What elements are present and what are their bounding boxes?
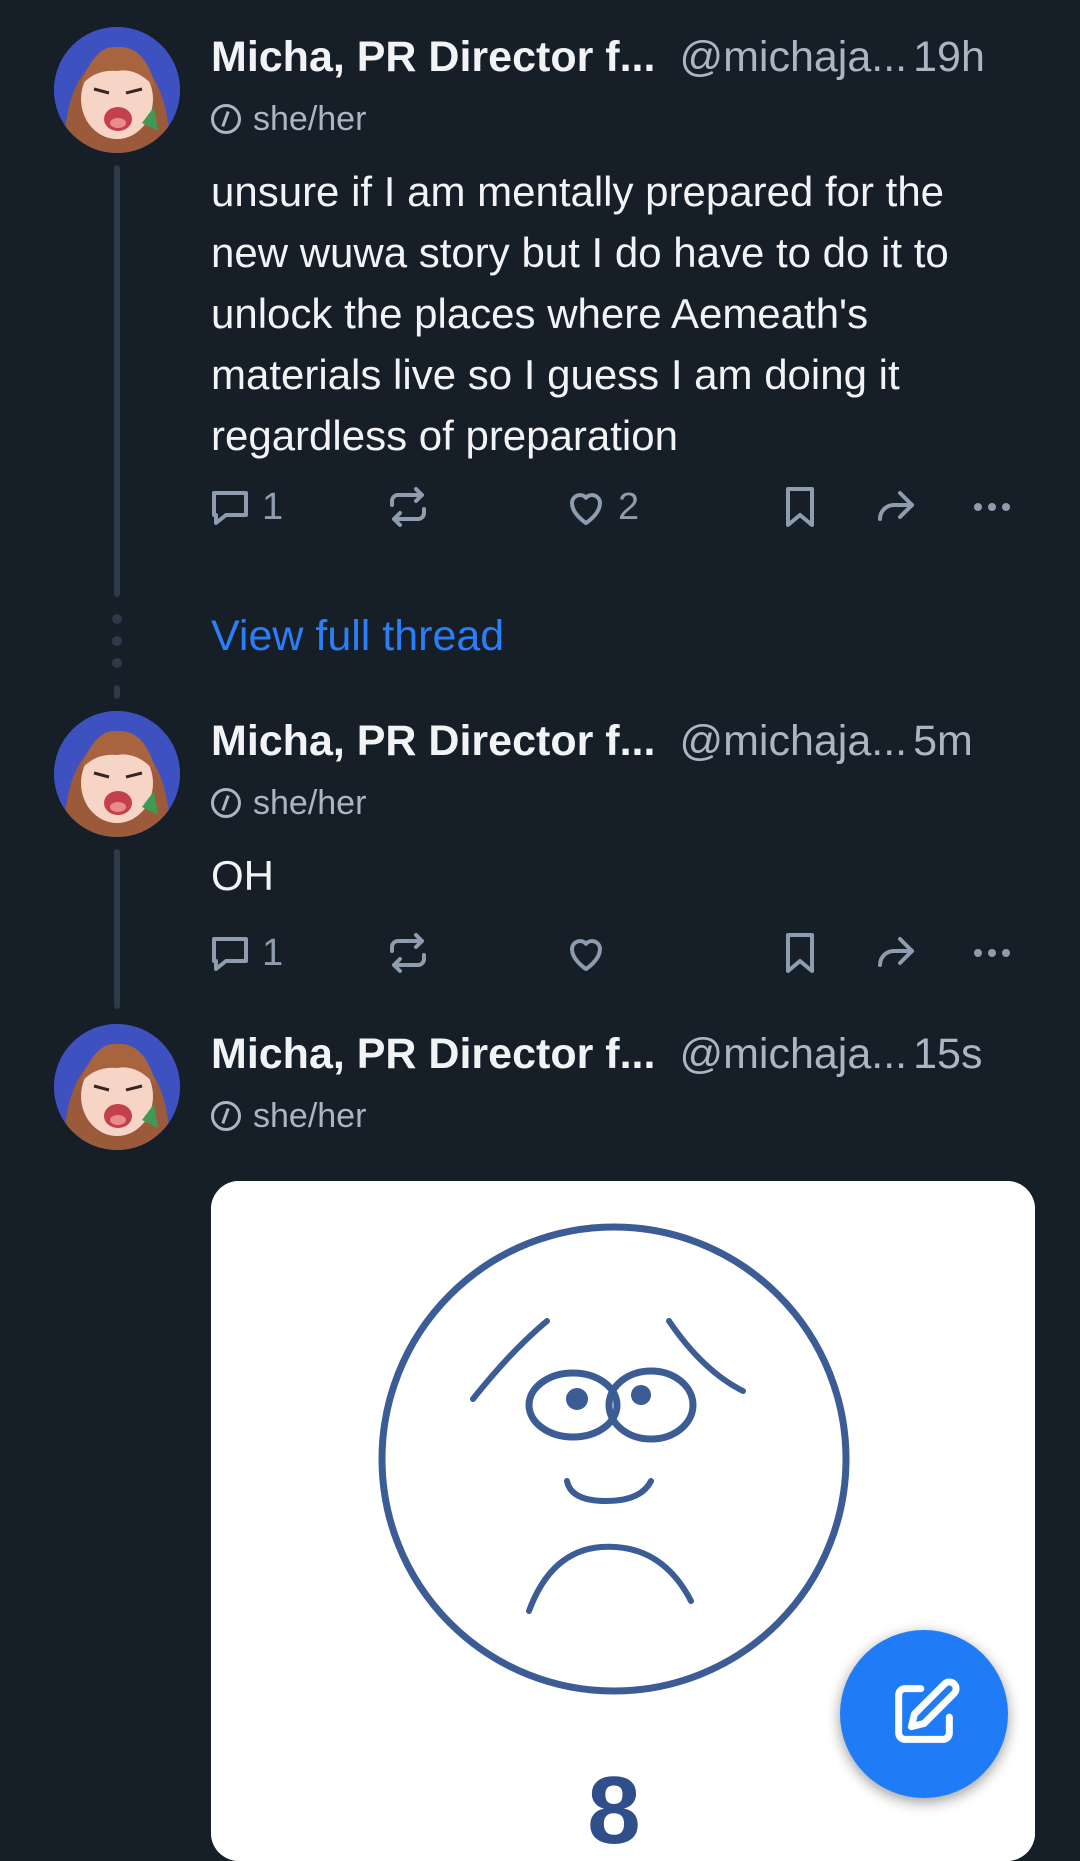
bookmark-icon [786,487,814,527]
avatar[interactable] [54,1024,180,1150]
timestamp[interactable]: 19h [913,33,985,81]
avatar-image [54,27,180,153]
like-button[interactable] [562,923,618,983]
reply-count: 1 [262,931,284,974]
handle[interactable]: @michaja... [679,717,907,765]
post-text: unsure if I am mentally prepared for the… [211,168,949,459]
thread-line [114,849,120,1009]
bookmark-icon [786,933,814,973]
compose-icon [895,1678,960,1743]
view-full-thread-link[interactable]: View full thread [211,612,504,661]
repost-icon [390,487,426,527]
like-count: 2 [618,485,640,528]
share-button[interactable] [872,923,920,983]
post-text: OH [211,852,274,899]
reply-count: 1 [262,485,284,528]
avatar[interactable] [54,27,180,153]
share-icon [878,491,914,521]
pronouns-label: she/her [253,99,367,138]
pronouns: she/her [211,97,366,141]
reply-button[interactable]: 1 [206,923,283,983]
post-header: Micha, PR Director f... @michaja... 15s [211,1024,1041,1084]
compose-button[interactable] [840,1630,1008,1798]
heart-icon [570,493,602,525]
pronoun-icon [211,1101,241,1131]
display-name[interactable]: Micha, PR Director f... [211,33,655,81]
like-button[interactable]: 2 [562,477,639,537]
avatar-image [54,1024,180,1150]
share-icon [878,937,914,967]
more-icon [974,503,1010,511]
pronouns: she/her [211,781,366,825]
timestamp[interactable]: 15s [913,1030,982,1078]
thread-gap-dots [111,614,123,680]
pronoun-icon [211,788,241,818]
bookmark-button[interactable] [776,923,824,983]
pronouns: she/her [211,1094,366,1138]
timestamp[interactable]: 5m [913,717,973,765]
more-icon [974,949,1010,957]
avatar-image [54,711,180,837]
post-actions: 1 [206,923,1026,983]
post-header: Micha, PR Director f... @michaja... 19h [211,27,1041,87]
reply-button[interactable]: 1 [206,477,283,537]
pronoun-icon [211,104,241,134]
more-button[interactable] [968,477,1016,537]
thread-line [114,165,120,597]
image-digit: 8 [587,1757,640,1861]
pronouns-label: she/her [253,1096,367,1135]
handle[interactable]: @michaja... [679,1030,907,1078]
reply-icon [212,491,248,525]
heart-icon [570,939,602,971]
reply-icon [212,937,248,971]
pronouns-label: she/her [253,783,367,822]
handle[interactable]: @michaja... [679,33,907,81]
thread-line [114,685,120,699]
post-actions: 1 2 [206,477,1026,537]
repost-icon [390,933,426,973]
share-button[interactable] [872,477,920,537]
repost-button[interactable] [384,477,432,537]
display-name[interactable]: Micha, PR Director f... [211,717,655,765]
repost-button[interactable] [384,923,432,983]
bookmark-button[interactable] [776,477,824,537]
more-button[interactable] [968,923,1016,983]
avatar[interactable] [54,711,180,837]
post-header: Micha, PR Director f... @michaja... 5m [211,711,1041,771]
display-name[interactable]: Micha, PR Director f... [211,1030,655,1078]
